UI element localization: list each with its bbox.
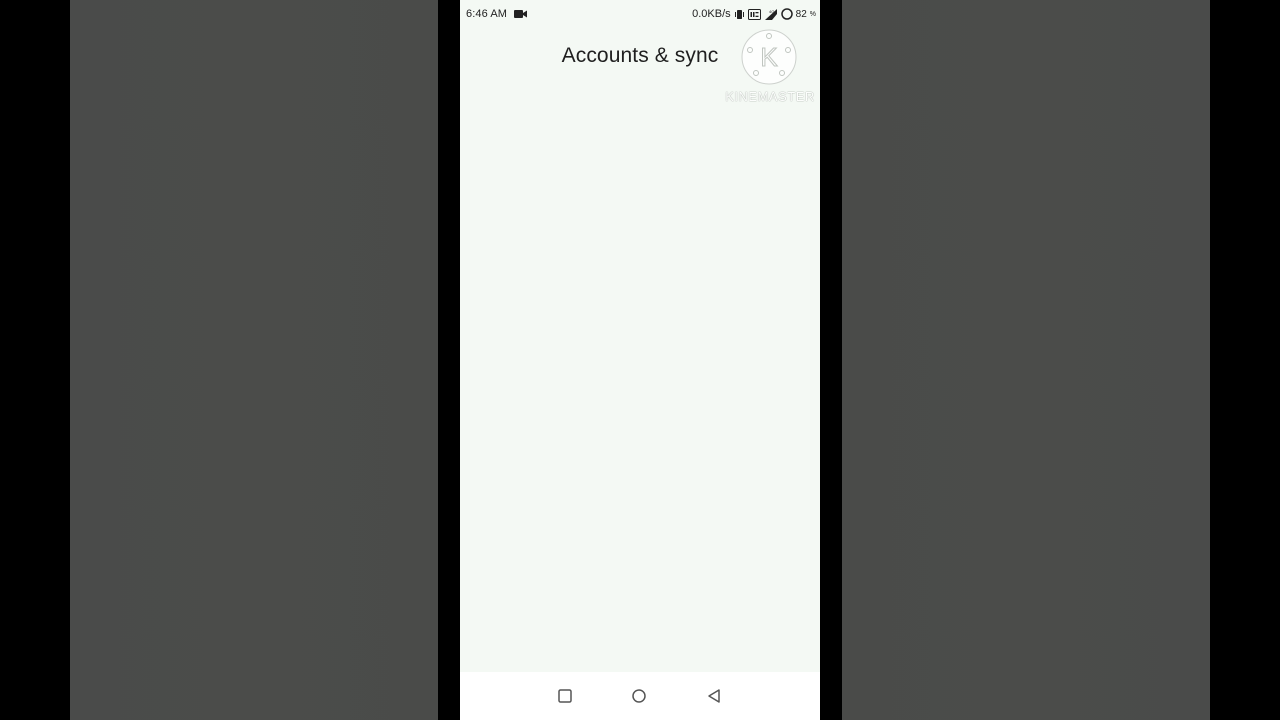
blurred-background-right (842, 0, 1210, 720)
blurred-background-left (70, 0, 438, 720)
vibrate-icon (734, 9, 744, 19)
navigation-bar (460, 672, 820, 720)
watermark-text: KINEMASTER (725, 89, 815, 104)
back-icon (708, 689, 720, 703)
recents-icon (558, 689, 572, 703)
home-button[interactable] (627, 684, 651, 708)
phone-screen: 6:46 AM 0.0KB/s 4G 82 % Accounts & sync … (460, 0, 820, 720)
svg-text:4G: 4G (769, 9, 774, 14)
kinemaster-watermark: K KINEMASTER (718, 22, 820, 112)
battery-level: 82 (795, 8, 807, 20)
back-button[interactable] (702, 684, 726, 708)
signal-icon: 4G (764, 9, 777, 20)
watermark-logo-letter: K (760, 42, 778, 72)
recents-button[interactable] (553, 684, 577, 708)
percent-sign: % (809, 10, 816, 18)
kinemaster-logo-icon: K (741, 29, 797, 85)
volte-icon (747, 8, 761, 20)
status-icons: 0.0KB/s 4G 82 % (692, 8, 816, 20)
video-frame: 6:46 AM 0.0KB/s 4G 82 % Accounts & sync … (0, 0, 1280, 720)
battery-ring-icon (780, 8, 793, 20)
status-time: 6:46 AM (466, 8, 508, 20)
video-camera-icon (514, 10, 527, 18)
home-icon (632, 689, 646, 703)
network-speed: 0.0KB/s (692, 8, 731, 20)
